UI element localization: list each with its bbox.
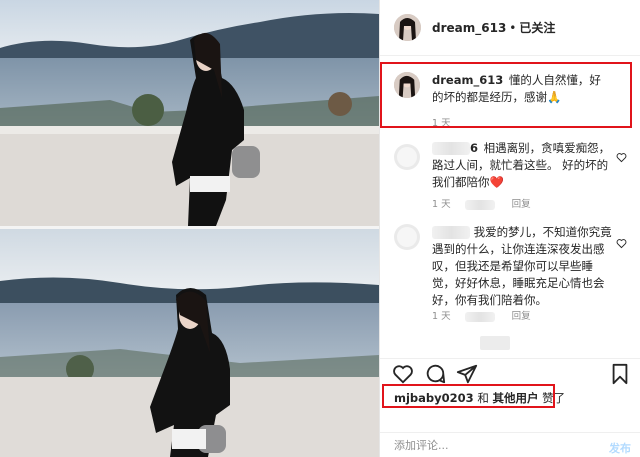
- post-media: [0, 0, 379, 457]
- obscured-username[interactable]: [432, 226, 470, 239]
- comment-time[interactable]: 1 天: [432, 118, 451, 129]
- reply-button[interactable]: 回复: [512, 311, 531, 322]
- heart-outline-icon[interactable]: [392, 363, 414, 385]
- load-more-comments[interactable]: [480, 336, 510, 350]
- post-photo-bottom: [0, 229, 379, 457]
- comment-meta: 1 天 回复: [432, 308, 545, 322]
- post-sidebar: dream_613 • 已关注 dream_613 懂的人自然懂，好的坏的都是经历，…: [379, 0, 640, 457]
- author-avatar[interactable]: [394, 14, 421, 41]
- likes-line: mjbaby0203 和 其他用户 赞了: [394, 390, 565, 406]
- comment-meta: 1 天: [432, 115, 465, 129]
- comment-username-partial[interactable]: 6: [470, 141, 478, 155]
- reply-button[interactable]: 回复: [512, 199, 531, 210]
- comment-time[interactable]: 1 天: [432, 199, 451, 210]
- heart-outline-icon[interactable]: [616, 152, 627, 163]
- comment-item: 我爱的梦儿，不知道你究竟遇到的什么，让你连连深夜发出感叹，但我还是希望你可以早些…: [380, 224, 640, 328]
- commenter-avatar[interactable]: [394, 72, 420, 98]
- action-bar: [380, 358, 640, 386]
- other-likers-link[interactable]: 其他用户: [492, 391, 538, 405]
- follow-status[interactable]: 已关注: [519, 21, 555, 35]
- commenter-avatar[interactable]: [394, 144, 420, 170]
- comment-username[interactable]: dream_613: [432, 73, 503, 87]
- comment-item: 6 相遇离别，贪嗔爱痴怨，路过人间，就忙着这些。 好的坏的我们都陪你❤️ 1 天…: [380, 140, 640, 216]
- comment-body: 我爱的梦儿，不知道你究竟遇到的什么，让你连连深夜发出感叹，但我还是希望你可以早些…: [432, 224, 612, 309]
- post-header: dream_613 • 已关注: [380, 0, 640, 56]
- commenter-avatar[interactable]: [394, 224, 420, 250]
- obscured-username[interactable]: [432, 142, 470, 155]
- heart-outline-icon[interactable]: [616, 238, 627, 249]
- post-comment-button[interactable]: 发布: [609, 440, 631, 456]
- add-comment-bar: 发布: [380, 432, 640, 457]
- paper-plane-icon[interactable]: [456, 363, 478, 385]
- comment-body: dream_613 懂的人自然懂，好的坏的都是经历，感谢🙏: [432, 72, 612, 106]
- obscured-like-count: [464, 311, 495, 322]
- header-username-line: dream_613 • 已关注: [432, 19, 555, 36]
- liker-username[interactable]: mjbaby0203: [394, 391, 474, 405]
- likes-suffix: 赞了: [542, 391, 566, 405]
- obscured-like-count: [464, 199, 495, 210]
- author-username[interactable]: dream_613: [432, 21, 506, 35]
- header-separator: •: [509, 21, 517, 35]
- likes-conjunction: 和: [477, 391, 489, 405]
- comment-item: dream_613 懂的人自然懂，好的坏的都是经历，感谢🙏 1 天: [380, 62, 640, 129]
- comment-input[interactable]: [394, 439, 584, 452]
- comment-time[interactable]: 1 天: [432, 311, 451, 322]
- bookmark-icon[interactable]: [609, 363, 631, 385]
- comment-meta: 1 天 回复: [432, 196, 545, 210]
- comment-bubble-icon[interactable]: [424, 363, 446, 385]
- post-photo-top: [0, 0, 379, 226]
- comment-body: 6 相遇离别，贪嗔爱痴怨，路过人间，就忙着这些。 好的坏的我们都陪你❤️: [432, 140, 612, 191]
